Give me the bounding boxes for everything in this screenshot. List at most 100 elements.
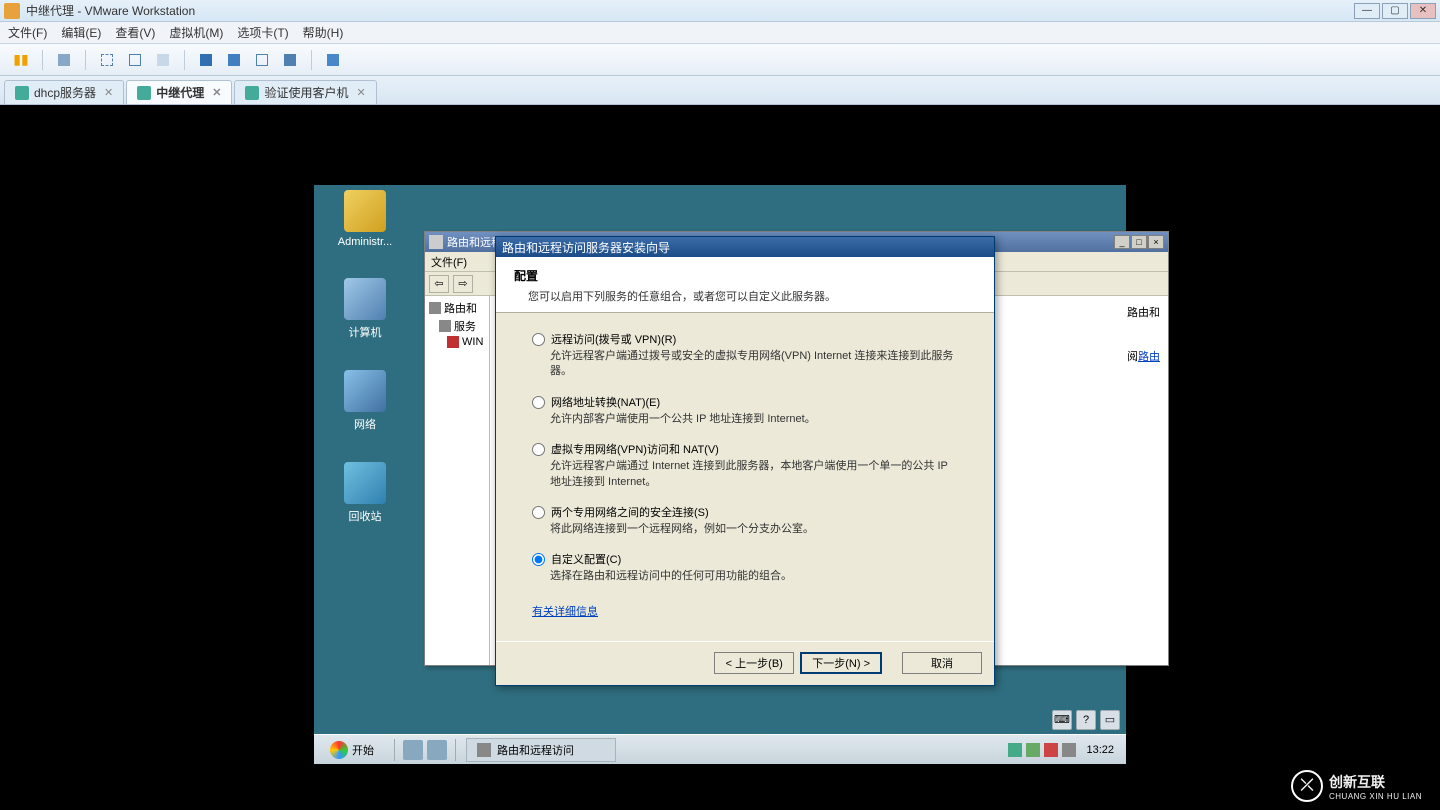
tab-label: 中继代理 — [156, 84, 204, 101]
wizard-footer: < 上一步(B) 下一步(N) > 取消 — [496, 641, 994, 685]
snapshot-revert-icon[interactable] — [124, 49, 146, 71]
snapshot-icon[interactable] — [53, 49, 75, 71]
vmware-titlebar: 中继代理 - VMware Workstation — ▢ ✕ — [0, 0, 1440, 22]
snapshot-take-icon[interactable] — [96, 49, 118, 71]
tray-security-icon[interactable] — [1026, 743, 1040, 757]
nav-back-icon[interactable]: ⇦ — [429, 275, 449, 293]
input-method-icon[interactable]: ⌨ — [1052, 710, 1072, 730]
tree-label: 路由和 — [444, 300, 477, 316]
recycle-bin-icon — [344, 462, 386, 504]
desktop-icon-recycle-bin[interactable]: 回收站 — [329, 462, 401, 524]
radio-nat[interactable]: 网络地址转换(NAT)(E) — [532, 394, 958, 410]
close-button[interactable]: ✕ — [1410, 3, 1436, 19]
icon-label: 网络 — [329, 416, 401, 432]
next-button[interactable]: 下一步(N) > — [800, 652, 882, 674]
tab-label: dhcp服务器 — [34, 84, 96, 101]
radio-secure-connect[interactable]: 两个专用网络之间的安全连接(S) — [532, 504, 958, 520]
menu-edit[interactable]: 编辑(E) — [61, 24, 101, 41]
radio-input[interactable] — [532, 396, 545, 409]
toolbar-separator — [85, 50, 86, 70]
brand-logo-icon: ⤫ — [1291, 770, 1323, 802]
radio-custom[interactable]: 自定义配置(C) — [532, 551, 958, 567]
guest-viewport: Administr... 计算机 网络 回收站 路由和远程 _ — [0, 105, 1440, 810]
back-button[interactable]: < 上一步(B) — [714, 652, 794, 674]
tree-root-routing[interactable]: 路由和 — [429, 300, 485, 316]
radio-input[interactable] — [532, 443, 545, 456]
wizard-titlebar[interactable]: 路由和远程访问服务器安装向导 — [496, 237, 994, 257]
mmc-tree-panel[interactable]: 路由和 服务 WIN — [425, 296, 490, 665]
menu-view[interactable]: 查看(V) — [115, 24, 155, 41]
show-desktop-icon[interactable]: ▭ — [1100, 710, 1120, 730]
maximize-button[interactable]: ▢ — [1382, 3, 1408, 19]
desktop-icons-column: Administr... 计算机 网络 回收站 — [329, 190, 409, 554]
tray-network-icon[interactable] — [1008, 743, 1022, 757]
tab-close-icon[interactable]: ✕ — [212, 86, 221, 99]
maximize-button[interactable]: □ — [1131, 235, 1147, 249]
wizard-header: 配置 您可以启用下列服务的任意组合，或者您可以自定义此服务器。 — [496, 257, 994, 313]
guest-desktop[interactable]: Administr... 计算机 网络 回收站 路由和远程 _ — [314, 185, 1126, 764]
option-remote-access: 远程访问(拨号或 VPN)(R) 允许远程客户端通过拨号或安全的虚拟专用网络(V… — [532, 331, 958, 380]
cancel-button[interactable]: 取消 — [902, 652, 982, 674]
tab-dhcp-server[interactable]: dhcp服务器 ✕ — [4, 80, 124, 104]
tab-relay-agent[interactable]: 中继代理 ✕ — [126, 80, 232, 104]
minimize-button[interactable]: _ — [1114, 235, 1130, 249]
tab-close-icon[interactable]: ✕ — [357, 86, 366, 99]
close-button[interactable]: × — [1148, 235, 1164, 249]
mmc-right-text2: 阅 — [1127, 351, 1138, 363]
pause-icon[interactable]: ▮▮ — [10, 49, 32, 71]
service-icon — [439, 320, 451, 332]
tray-volume-icon[interactable] — [1062, 743, 1076, 757]
menu-tabs[interactable]: 选项卡(T) — [237, 24, 288, 41]
radio-input[interactable] — [532, 506, 545, 519]
start-label: 开始 — [352, 742, 374, 758]
mmc-routing-link[interactable]: 路由 — [1138, 351, 1160, 363]
tree-win[interactable]: WIN — [447, 336, 485, 348]
menu-file[interactable]: 文件(F) — [8, 24, 47, 41]
view-unity-icon[interactable] — [223, 49, 245, 71]
folder-icon — [344, 190, 386, 232]
radio-vpn-nat[interactable]: 虚拟专用网络(VPN)访问和 NAT(V) — [532, 441, 958, 457]
nav-forward-icon[interactable]: ⇨ — [453, 275, 473, 293]
menu-help[interactable]: 帮助(H) — [303, 24, 344, 41]
windows-orb-icon — [330, 741, 348, 759]
task-icon — [477, 743, 491, 757]
option-vpn-nat: 虚拟专用网络(VPN)访问和 NAT(V) 允许远程客户端通过 Internet… — [532, 441, 958, 490]
taskbar-clock[interactable]: 13:22 — [1080, 744, 1120, 756]
mmc-window-controls: _ □ × — [1114, 235, 1164, 249]
tree-label: 服务 — [454, 318, 476, 334]
view-cycle-icon[interactable] — [322, 49, 344, 71]
help-icon[interactable]: ? — [1076, 710, 1096, 730]
rras-setup-wizard: 路由和远程访问服务器安装向导 配置 您可以启用下列服务的任意组合，或者您可以自定… — [495, 236, 995, 686]
tree-service[interactable]: 服务 — [439, 318, 485, 334]
desktop-icon-network[interactable]: 网络 — [329, 370, 401, 432]
menu-vm[interactable]: 虚拟机(M) — [169, 24, 223, 41]
option-nat: 网络地址转换(NAT)(E) 允许内部客户端使用一个公共 IP 地址连接到 In… — [532, 394, 958, 427]
quick-launch-item[interactable] — [427, 740, 447, 760]
mmc-app-icon — [429, 235, 443, 249]
minimize-button[interactable]: — — [1354, 3, 1380, 19]
option-custom: 自定义配置(C) 选择在路由和远程访问中的任何可用功能的组合。 — [532, 551, 958, 584]
taskbar-task-routing[interactable]: 路由和远程访问 — [466, 738, 616, 762]
radio-desc: 允许远程客户端通过拨号或安全的虚拟专用网络(VPN) Internet 连接来连… — [550, 349, 958, 380]
radio-input[interactable] — [532, 333, 545, 346]
view-thumbnail-icon[interactable] — [251, 49, 273, 71]
vmware-tabs-row: dhcp服务器 ✕ 中继代理 ✕ 验证使用客户机 ✕ — [0, 76, 1440, 105]
desktop-icon-computer[interactable]: 计算机 — [329, 278, 401, 340]
start-button[interactable]: 开始 — [320, 737, 384, 763]
radio-input[interactable] — [532, 553, 545, 566]
guest-corner-icons: ⌨ ? ▭ — [1052, 710, 1120, 730]
radio-remote-access[interactable]: 远程访问(拨号或 VPN)(R) — [532, 331, 958, 347]
server-icon — [429, 302, 441, 314]
snapshot-manager-icon[interactable] — [152, 49, 174, 71]
tab-verify-client[interactable]: 验证使用客户机 ✕ — [234, 80, 376, 104]
more-info-link[interactable]: 有关详细信息 — [532, 603, 598, 619]
view-fullscreen-icon[interactable] — [279, 49, 301, 71]
quick-launch-item[interactable] — [403, 740, 423, 760]
view-console-icon[interactable] — [195, 49, 217, 71]
tab-close-icon[interactable]: ✕ — [104, 86, 113, 99]
desktop-icon-administrator[interactable]: Administr... — [329, 190, 401, 248]
wizard-title-text: 路由和远程访问服务器安装向导 — [502, 239, 670, 256]
mmc-menu-file[interactable]: 文件(F) — [431, 257, 467, 269]
tray-alert-icon[interactable] — [1044, 743, 1058, 757]
guest-taskbar[interactable]: 开始 路由和远程访问 13:22 — [314, 734, 1126, 764]
